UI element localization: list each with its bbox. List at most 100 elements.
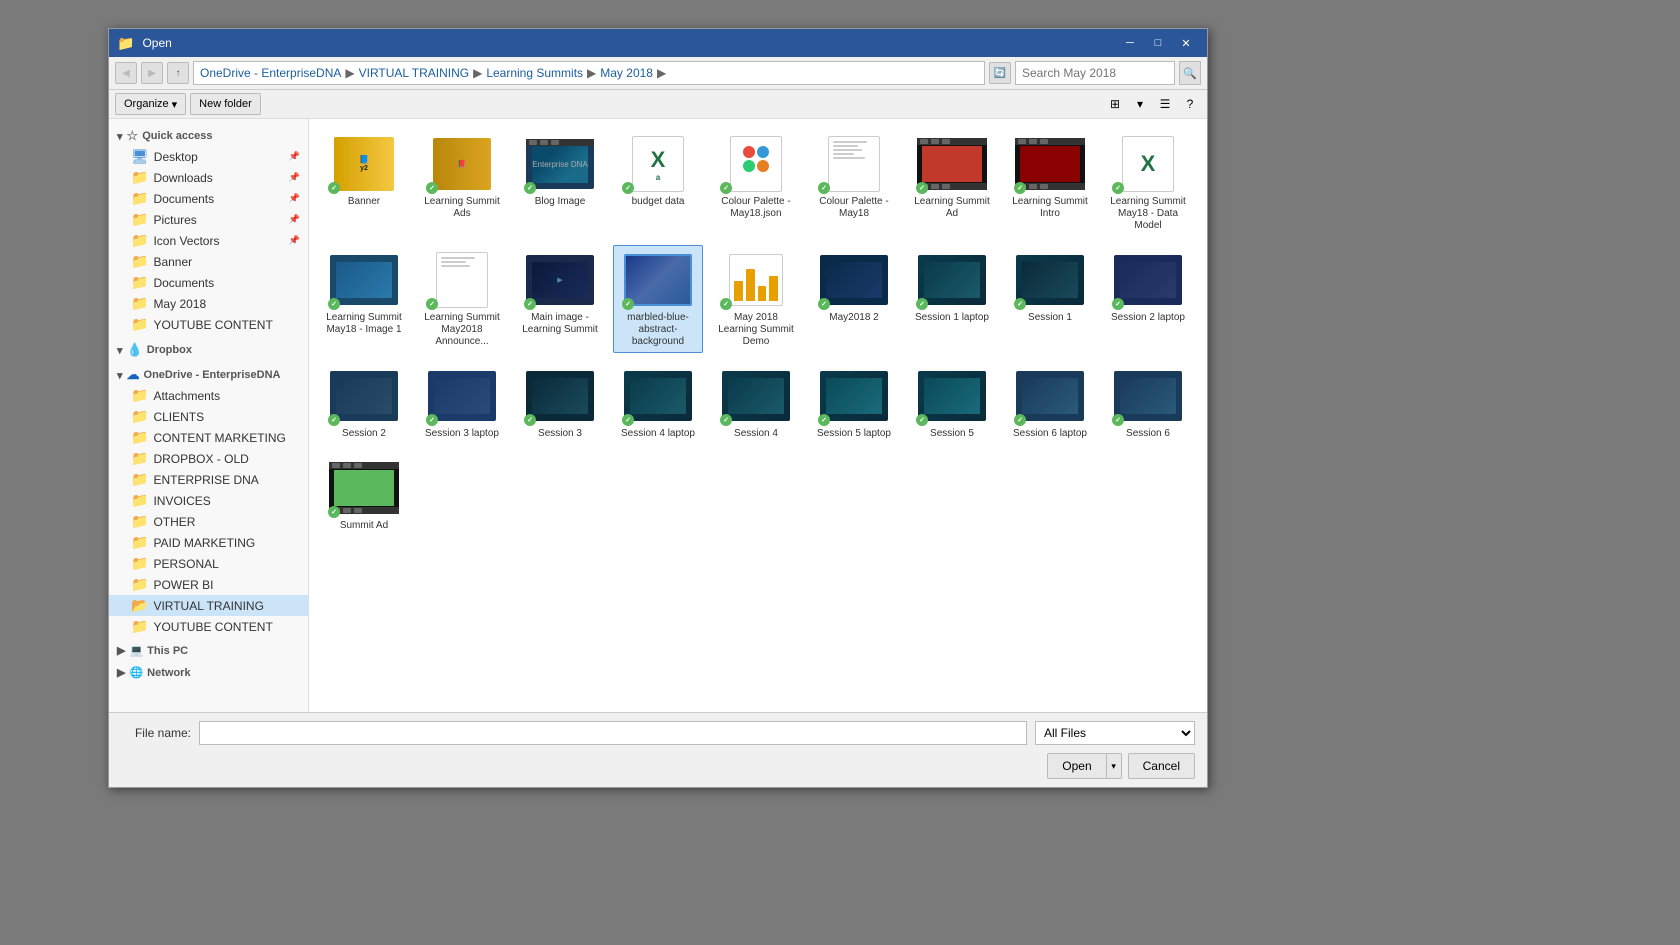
sidebar-item-documents[interactable]: 📁 Documents 📌 [109,188,308,209]
quick-access-header[interactable]: ▾ ☆ Quick access [109,125,308,146]
sidebar-item-other[interactable]: 📁 OTHER [109,511,308,532]
file-colour-palette-doc[interactable]: ✓ Colour Palette - May18 [809,129,899,237]
file-session4-laptop[interactable]: ✓ Session 4 laptop [613,361,703,445]
file-may2018-2[interactable]: ✓ May2018 2 [809,245,899,353]
organize-button[interactable]: Organize ▾ [115,93,186,115]
view-dropdown-button[interactable]: ▾ [1129,93,1151,115]
breadcrumb-onedrive[interactable]: OneDrive - EnterpriseDNA [200,66,341,80]
filename-input[interactable] [199,721,1027,745]
desktop-icon: 🖥 [131,148,149,165]
view-icon-button[interactable]: ⊞ [1104,93,1126,115]
sidebar-item-desktop[interactable]: 🖥 Desktop 📌 [109,146,308,167]
file-banner[interactable]: 📘 y2 ✓ Banner [319,129,409,237]
dropbox-header[interactable]: ▾ 💧 Dropbox [109,339,308,360]
minimize-button[interactable]: ─ [1117,33,1143,53]
up-button[interactable]: ↑ [167,62,189,84]
this-pc-header[interactable]: ▶ 💻 This PC [109,641,308,659]
file-learning-summit-announce[interactable]: ✓ Learning Summit May2018 Announce... [417,245,507,353]
open-dropdown-button[interactable]: ▾ [1106,753,1122,779]
blog-image-thumb: Enterprise DNA [526,139,594,189]
file-main-image[interactable]: ▶ ✓ Main image - Learning Summit [515,245,605,353]
filetype-select[interactable]: All Files [1035,721,1195,745]
folder-icon: 📁 [131,492,148,509]
search-button[interactable]: 🔍 [1179,61,1201,85]
sidebar-item-youtube[interactable]: 📁 YOUTUBE CONTENT [109,314,308,335]
file-learning-summit-ad[interactable]: ✓ Learning Summit Ad [907,129,997,237]
screen-blue-thumb [330,255,398,305]
maximize-button[interactable]: □ [1145,33,1171,53]
maroon-video-thumb [1015,138,1085,190]
this-pc-section: ▶ 💻 This PC [109,641,308,659]
sidebar-item-downloads[interactable]: 📁 Downloads 📌 [109,167,308,188]
sidebar-item-icon-vectors[interactable]: 📁 Icon Vectors 📌 [109,230,308,251]
close-button[interactable]: ✕ [1173,33,1199,53]
dialog-title: Open [142,36,1109,50]
sidebar-item-paid-marketing[interactable]: 📁 PAID MARKETING [109,532,308,553]
filename-label: File name: [121,726,191,740]
file-blog-image[interactable]: Enterprise DNA ✓ Blog Image [515,129,605,237]
file-session3[interactable]: ✓ Session 3 [515,361,605,445]
file-session6[interactable]: ✓ Session 6 [1103,361,1193,445]
file-session5-laptop[interactable]: ✓ Session 5 laptop [809,361,899,445]
search-input[interactable] [1015,61,1175,85]
file-learning-summit-image1[interactable]: ✓ Learning Summit May18 - Image 1 [319,245,409,353]
cancel-button[interactable]: Cancel [1128,753,1195,779]
sidebar-item-attachments[interactable]: 📁 Attachments [109,385,308,406]
file-session1[interactable]: ✓ Session 1 [1005,245,1095,353]
session3-thumb [526,371,594,421]
file-budget-data[interactable]: X a ✓ budget data [613,129,703,237]
onedrive-header[interactable]: ▾ ☁ OneDrive - EnterpriseDNA [109,364,308,385]
sidebar-item-dropbox-old[interactable]: 📁 DROPBOX - OLD [109,448,308,469]
folder-icon: 📁 [131,618,148,635]
sidebar-item-power-bi[interactable]: 📁 POWER BI [109,574,308,595]
sidebar-item-enterprise-dna[interactable]: 📁 ENTERPRISE DNA [109,469,308,490]
file-session1-laptop[interactable]: ✓ Session 1 laptop [907,245,997,353]
breadcrumb-virtual-training[interactable]: VIRTUAL TRAINING [359,66,469,80]
sidebar-item-banner[interactable]: 📁 Banner [109,251,308,272]
sidebar-item-documents2[interactable]: 📁 Documents [109,272,308,293]
file-learning-summit-intro[interactable]: ✓ Learning Summit Intro [1005,129,1095,237]
file-summit-ad[interactable]: ✓ Summit Ad [319,453,409,537]
open-button[interactable]: Open [1047,753,1105,779]
view-details-button[interactable]: ☰ [1154,93,1176,115]
sidebar-item-clients[interactable]: 📁 CLIENTS [109,406,308,427]
file-learning-summit-data-model[interactable]: X ✓ Learning Summit May18 - Data Model [1103,129,1193,237]
file-colour-palette-json[interactable]: ✓ Colour Palette - May18.json [711,129,801,237]
refresh-button[interactable]: 🔄 [989,62,1011,84]
sidebar: ▾ ☆ Quick access 🖥 Desktop 📌 📁 Downloads… [109,119,309,712]
back-button[interactable]: ◀ [115,62,137,84]
sidebar-item-personal[interactable]: 📁 PERSONAL [109,553,308,574]
breadcrumb-may2018[interactable]: May 2018 [600,66,653,80]
sidebar-item-may2018[interactable]: 📁 May 2018 [109,293,308,314]
session6-thumb [1114,371,1182,421]
folder-icon: 📁 [131,555,148,572]
sidebar-item-pictures[interactable]: 📁 Pictures 📌 [109,209,308,230]
sidebar-item-invoices[interactable]: 📁 INVOICES [109,490,308,511]
file-session6-laptop[interactable]: ✓ Session 6 laptop [1005,361,1095,445]
session1-thumb [1016,255,1084,305]
computer-icon: 💻 [129,644,143,657]
file-learning-summit-ads[interactable]: 📕 ✓ Learning Summit Ads [417,129,507,237]
address-breadcrumb: OneDrive - EnterpriseDNA ▶ VIRTUAL TRAIN… [193,61,985,85]
quick-access-section: ▾ ☆ Quick access 🖥 Desktop 📌 📁 Downloads… [109,125,308,335]
network-header[interactable]: ▶ 🌐 Network [109,663,308,681]
doc-thumb [828,136,880,192]
help-button[interactable]: ? [1179,93,1201,115]
file-session5[interactable]: ✓ Session 5 [907,361,997,445]
banner-thumb: 📘 y2 [334,137,394,191]
file-session2-laptop[interactable]: ✓ Session 2 laptop [1103,245,1193,353]
file-session2[interactable]: ✓ Session 2 [319,361,409,445]
file-may2018-demo[interactable]: ✓ May 2018 Learning Summit Demo [711,245,801,353]
file-session4[interactable]: ✓ Session 4 [711,361,801,445]
sidebar-item-youtube-content[interactable]: 📁 YOUTUBE CONTENT [109,616,308,637]
sidebar-item-content-marketing[interactable]: 📁 CONTENT MARKETING [109,427,308,448]
view-controls: ⊞ ▾ ☰ ? [1104,93,1201,115]
new-folder-button[interactable]: New folder [190,93,261,115]
file-session3-laptop[interactable]: ✓ Session 3 laptop [417,361,507,445]
folder-icon: 📁 [131,253,148,270]
folder-icon: 📁 [131,211,148,228]
sidebar-item-virtual-training[interactable]: 📂 VIRTUAL TRAINING [109,595,308,616]
breadcrumb-learning-summits[interactable]: Learning Summits [486,66,583,80]
forward-button[interactable]: ▶ [141,62,163,84]
file-marbled-blue[interactable]: ✓ marbled-blue-abstract-background [613,245,703,353]
